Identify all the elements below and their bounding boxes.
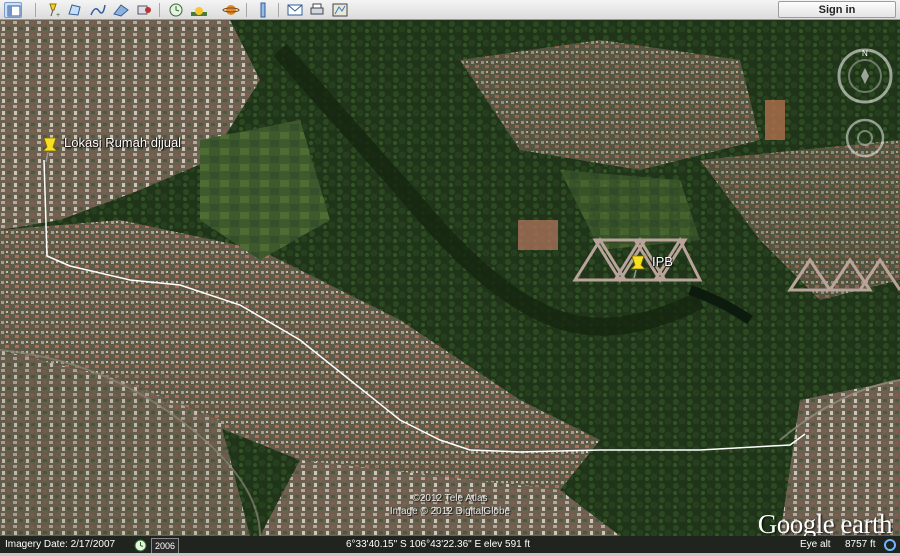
clock-icon[interactable] <box>134 539 147 552</box>
placemark-label-house[interactable]: Lokasi Rumah dijual <box>64 135 181 150</box>
compass-ring[interactable]: N <box>837 48 893 104</box>
sign-in-button[interactable]: Sign in <box>778 1 896 18</box>
ruler-button[interactable] <box>254 2 272 18</box>
sidebar-icon <box>7 5 21 17</box>
toolbar-separator <box>278 3 279 17</box>
print-button[interactable] <box>308 2 326 18</box>
sun-icon <box>191 7 207 16</box>
map-viewport[interactable]: Lokasi Rumah dijual IPB ©2012 Tele Atlas… <box>0 20 900 536</box>
historical-imagery-button[interactable] <box>167 2 185 18</box>
placemark-label-ipb[interactable]: IPB <box>652 254 673 269</box>
maps-icon <box>332 3 348 17</box>
switch-planet-button[interactable] <box>222 2 240 18</box>
clock-icon <box>169 3 183 17</box>
historical-year-badge[interactable]: 2006 <box>151 538 179 554</box>
tour-icon <box>137 5 151 15</box>
image-overlay-icon <box>113 4 129 17</box>
email-icon <box>287 4 303 16</box>
add-overlay-button[interactable] <box>112 2 130 18</box>
planet-icon <box>222 5 240 15</box>
toolbar-separator <box>159 3 160 17</box>
imagery-date: Imagery Date: 2/17/2007 <box>5 539 116 550</box>
add-path-button[interactable] <box>89 2 107 18</box>
toolbar-separator <box>35 3 36 17</box>
eye-alt-value: 8757 ft <box>845 539 876 550</box>
svg-text:+: + <box>56 12 60 18</box>
add-polygon-button[interactable] <box>66 2 84 18</box>
logo-google: Google <box>757 509 835 536</box>
copyright-tele-atlas: ©2012 Tele Atlas <box>412 493 488 504</box>
add-placemark-button[interactable]: + <box>44 2 62 18</box>
toolbar-separator <box>246 3 247 17</box>
print-icon <box>310 3 324 15</box>
north-indicator-icon: N <box>862 49 868 58</box>
coordinates-readout: 6°33'40.15" S 106°43'22.36" E elev 591 f… <box>346 539 531 550</box>
satellite-imagery <box>0 20 900 536</box>
navigation-controls: N <box>836 46 894 176</box>
ruler-icon <box>260 2 266 18</box>
streaming-indicator-icon <box>884 539 896 551</box>
logo-earth: earth <box>834 509 893 536</box>
eye-alt-label: Eye alt <box>800 539 831 550</box>
pan-control[interactable] <box>845 118 885 158</box>
sidebar-toggle-button[interactable] <box>4 2 22 18</box>
sunlight-button[interactable] <box>190 2 208 18</box>
placemark-add-icon: + <box>49 3 60 18</box>
polygon-icon <box>68 4 81 16</box>
record-tour-button[interactable] <box>135 2 153 18</box>
view-in-maps-button[interactable] <box>331 2 349 18</box>
google-earth-logo: Google earth <box>757 509 893 536</box>
path-icon <box>90 4 106 16</box>
toolbar: + Sign in <box>0 0 900 20</box>
email-button[interactable] <box>286 2 304 18</box>
